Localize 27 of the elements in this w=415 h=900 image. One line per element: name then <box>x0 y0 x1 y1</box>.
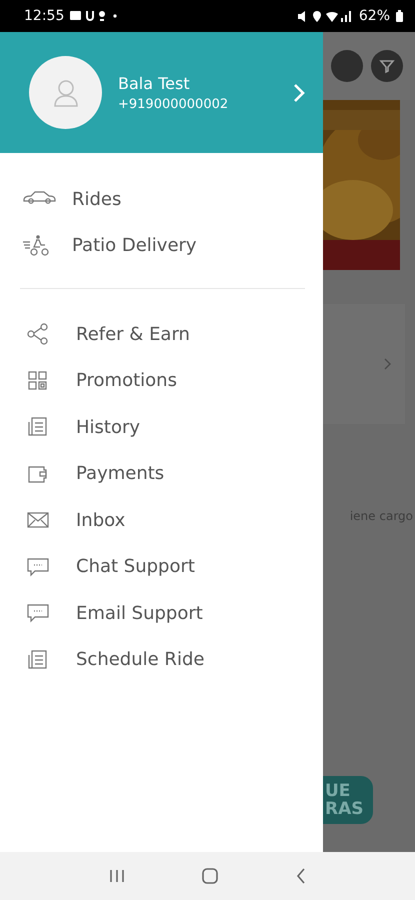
profile-name: Bala Test <box>118 74 191 92</box>
chevron-right-icon <box>384 358 391 370</box>
user-icon <box>52 78 78 106</box>
chevron-right-icon <box>293 82 305 102</box>
battery-text: 62% <box>358 8 390 24</box>
menu-item[interactable]: Chat Support <box>26 544 305 590</box>
menu-item[interactable]: Patio Delivery <box>22 222 323 268</box>
menu-item[interactable]: Payments <box>26 450 305 497</box>
menu-item[interactable]: Rides <box>22 176 323 222</box>
battery-icon <box>396 10 403 22</box>
share-icon <box>26 323 50 346</box>
chat-bubble-icon <box>26 602 50 624</box>
home-icon[interactable] <box>202 868 218 884</box>
scooter-rider-icon <box>22 234 50 256</box>
menu-item[interactable]: Inbox <box>26 497 305 544</box>
menu-item[interactable]: History <box>26 404 305 450</box>
filter-icon <box>379 58 395 74</box>
system-status-icons <box>296 10 353 22</box>
chat-bubble-icon <box>26 556 50 578</box>
recent-apps-icon[interactable] <box>108 869 125 883</box>
menu-item[interactable]: Refer & Earn <box>26 311 305 358</box>
menu-item[interactable]: Promotions <box>26 358 305 404</box>
clock-text: 12:55 <box>24 8 64 24</box>
menu-item[interactable]: Email Support <box>26 590 305 636</box>
profile-phone: +919000000002 <box>118 96 230 112</box>
back-icon[interactable] <box>296 868 306 884</box>
menu-item[interactable]: Schedule Ride <box>26 636 305 683</box>
